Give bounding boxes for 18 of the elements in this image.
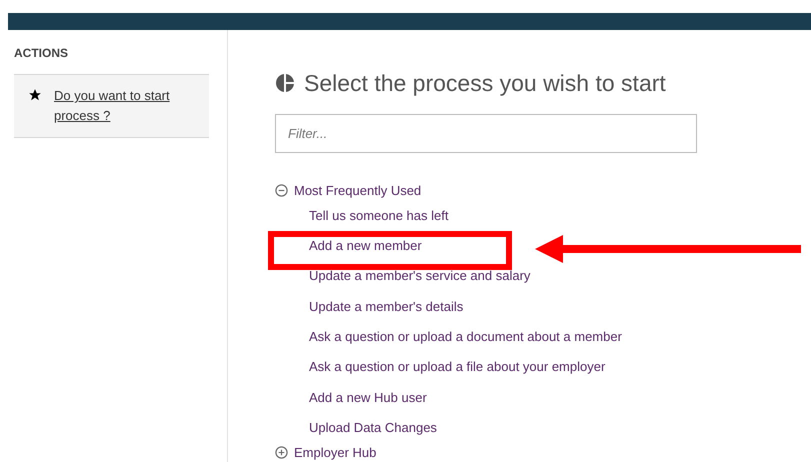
pie-icon [275,73,295,94]
panel-title: ACTIONS [14,45,69,62]
process-link[interactable]: Add a new Hub user [309,388,427,408]
process-link[interactable]: Add a new member [309,236,422,256]
group-header[interactable]: Most Frequently Used [294,180,422,200]
filter-field[interactable]: Filter... [275,114,697,152]
process-link[interactable]: Update a member's service and salary [309,266,530,286]
page-title: Select the process you wish to start [304,69,666,98]
collapse-icon[interactable] [275,184,288,197]
process-link[interactable]: Ask a question or upload a file about your employer [309,357,606,377]
process-link[interactable]: Ask a question or upload a document about a member [309,327,622,347]
expand-icon[interactable] [275,446,288,460]
process-link[interactable]: Update a member's details [309,296,464,316]
process-link[interactable]: Upload Data Changes [309,418,437,438]
star-icon [28,88,42,102]
process-link[interactable]: Tell us someone has left [309,206,448,226]
group-header[interactable]: Employer Hub [294,443,376,462]
start-process-link[interactable]: Do you want to start process ? [54,86,199,126]
